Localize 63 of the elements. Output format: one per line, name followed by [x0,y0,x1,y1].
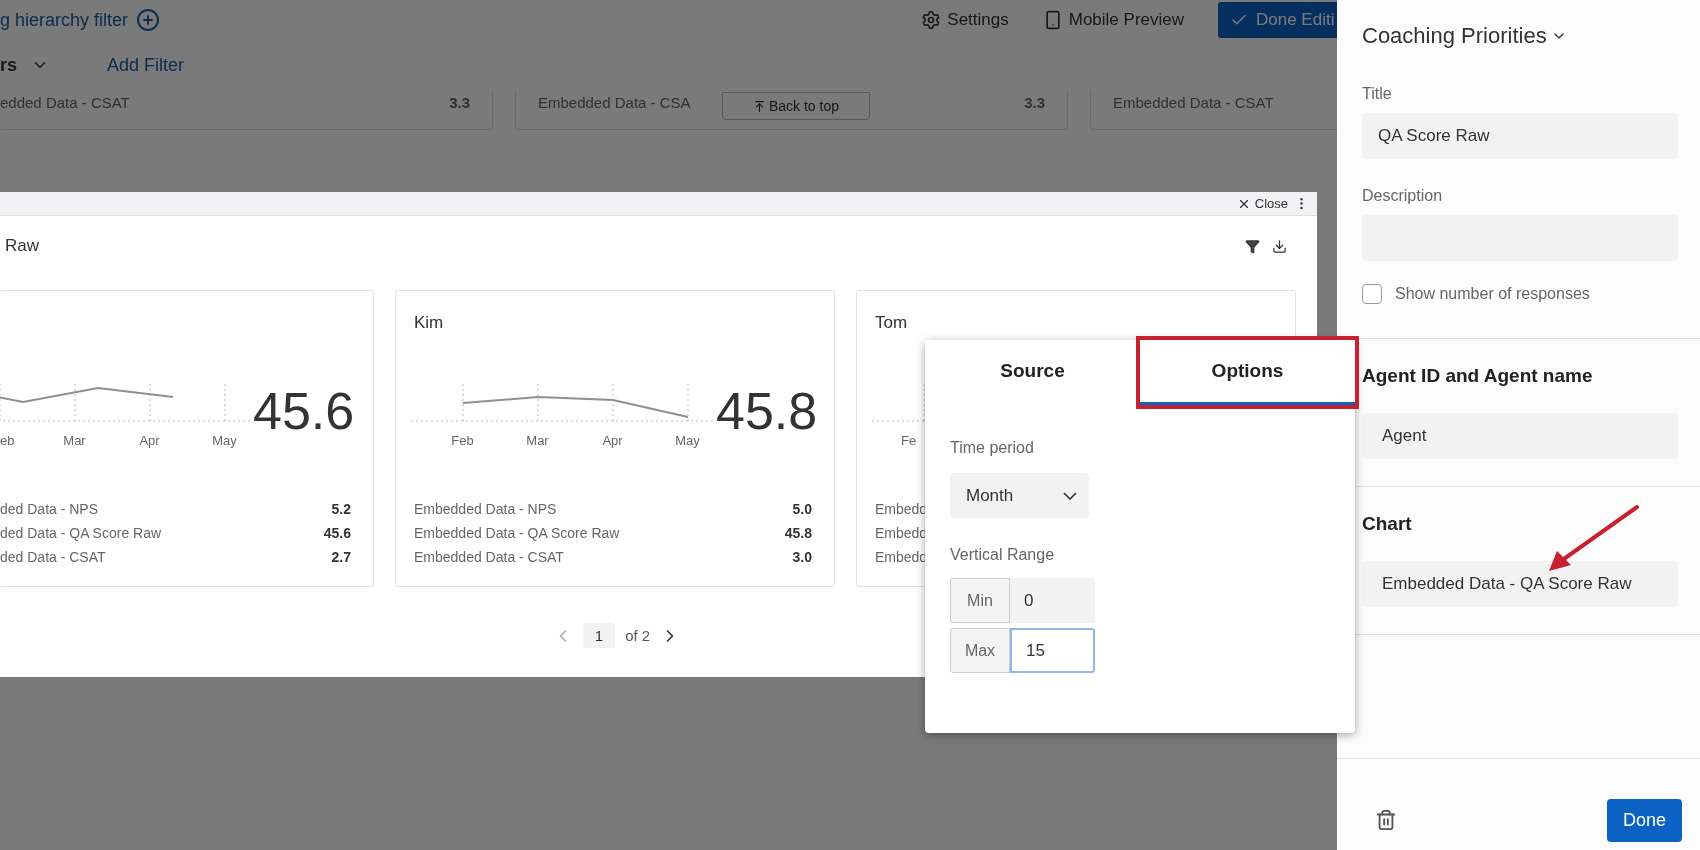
dashboard-title[interactable]: Coaching Priorities [1362,20,1678,52]
checkbox-label: Show number of responses [1395,285,1590,303]
range-input[interactable]: 15 [1010,628,1095,673]
input-field[interactable]: Embedded Data - QA Score Raw [1362,561,1678,607]
chevron-down-icon [1063,491,1077,500]
axis-label: Apr [138,433,161,448]
filter-dropdown[interactable]: rs [0,54,49,76]
delete-icon[interactable] [1375,809,1397,831]
widget-title: Raw [5,236,39,256]
metric-value: 45.6 [323,525,351,541]
close-button[interactable]: Close [1236,196,1288,211]
input-field[interactable]: QA Score Raw [1362,113,1678,159]
filter-icon[interactable] [1245,238,1260,254]
agent-name: Tom [875,313,908,332]
metric-label: Embedded Data - CSAT [1113,94,1274,111]
field-label: Time period [950,439,1035,458]
done-button[interactable]: Done [1607,799,1682,842]
score-value: 45.8 [716,383,818,439]
axis-label: May [211,433,238,448]
section-heading: Chart [1362,513,1413,536]
axis-label: Apr [601,433,624,448]
time-period-select[interactable]: Month [950,473,1089,518]
field-label: Description [1362,187,1444,206]
page-number[interactable]: 1 [582,623,616,648]
range-label: Min [950,578,1010,623]
agent-name: Kim [414,313,444,332]
field-label: Vertical Range [950,546,1056,565]
download-icon[interactable] [1272,238,1287,254]
axis-label: May [674,433,701,448]
metric-label: edded Data - CSAT [0,94,130,111]
range-input[interactable]: 0 [1010,578,1095,623]
input-field[interactable]: Agent [1362,413,1678,459]
section-heading: Agent ID and Agent name [1362,365,1594,388]
metric-label: Embedded Data - CSA [538,94,691,111]
metric-label: Embedded Data - QA Score Raw [414,525,620,541]
axis-label: Mar [525,433,550,448]
metric-label: Embedded Data - CSAT [414,549,564,565]
metric-value: 5.2 [331,501,351,517]
axis-label: Feb [450,433,475,448]
checkbox[interactable] [1362,284,1382,304]
back-to-top-button[interactable]: Back to top [722,92,870,120]
metric-label: ded Data - NPS [0,501,99,517]
metric-label: ded Data - CSAT [0,549,106,565]
metric-value: 5.0 [792,501,812,517]
metric-value: 2.7 [331,549,351,565]
page-count: of 2 [625,627,651,644]
arrow-up-icon [752,99,766,113]
score-value: 45.6 [253,383,355,439]
settings-button[interactable]: Settings [921,10,1009,30]
add-icon [136,8,161,32]
axis-label: eb [0,433,16,448]
field-label: Title [1362,85,1393,104]
metric-value: 3.0 [792,549,812,565]
mobile-preview-button[interactable]: Mobile Preview [1042,10,1184,30]
range-label: Max [950,628,1010,673]
axis-label: Fe [901,433,918,448]
axis-label: Mar [62,433,87,448]
metric-value: 45.8 [784,525,812,541]
metric-value: 3.3 [1024,94,1045,111]
metric-label: Embedded Data - NPS [414,501,557,517]
metric-label: ded Data - QA Score Raw [0,525,162,541]
metric-value: 3.3 [449,94,470,111]
settings-icon [921,10,942,30]
